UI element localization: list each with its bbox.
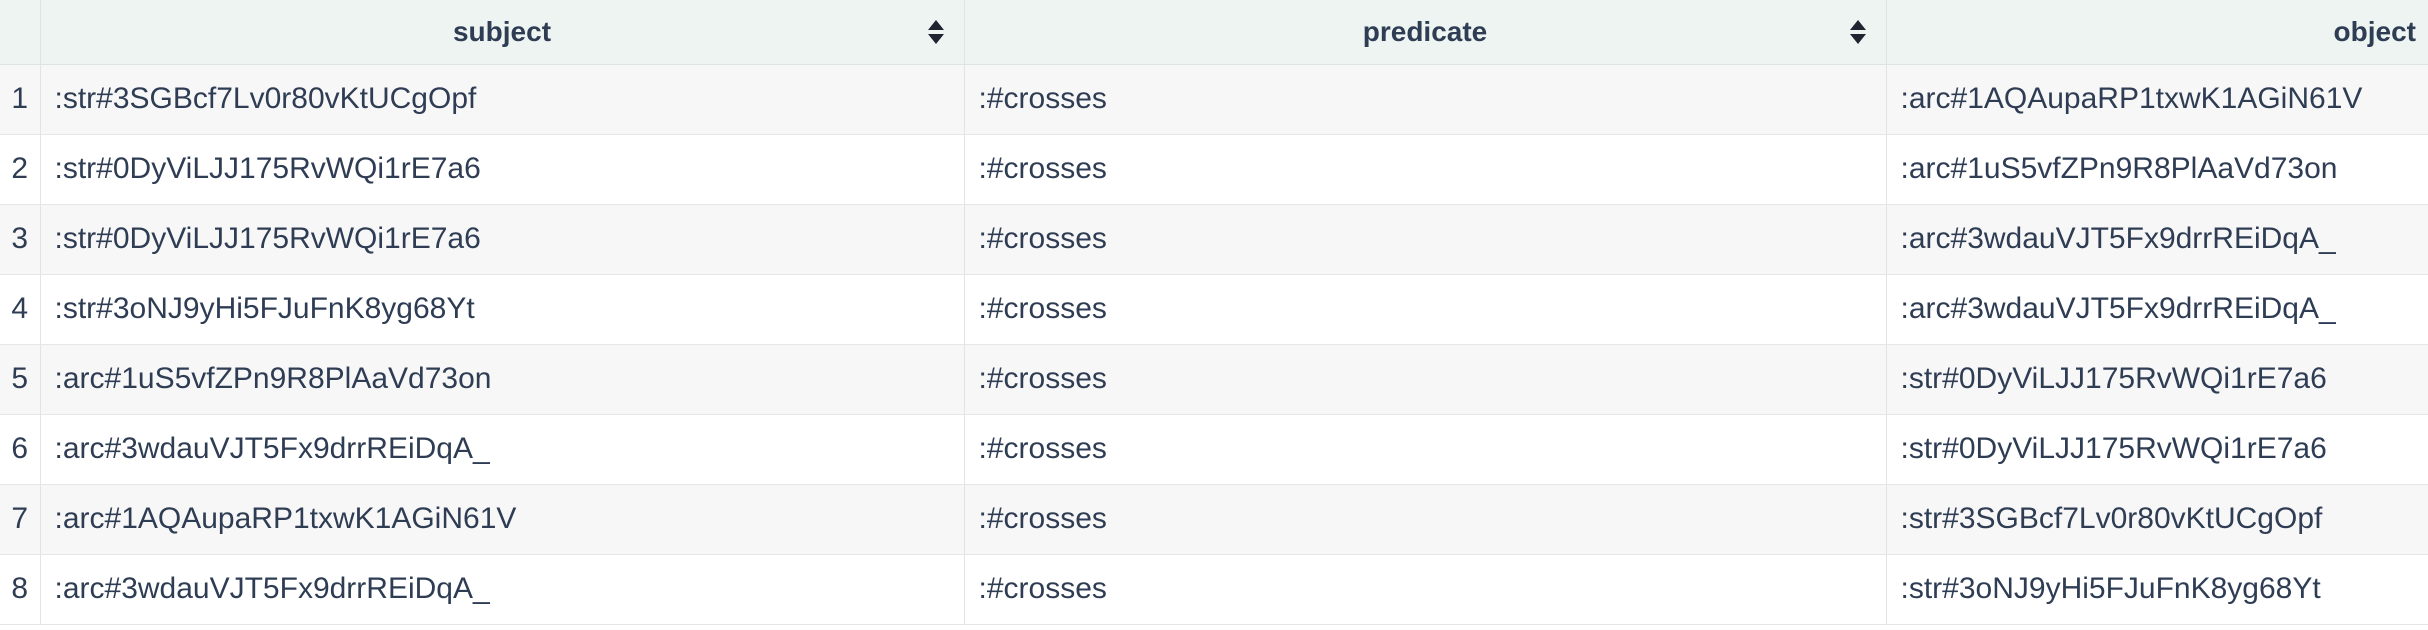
row-number-cell: 8 <box>0 554 40 625</box>
predicate-cell[interactable]: :#crosses <box>963 134 1886 205</box>
predicate-cell[interactable]: :#crosses <box>963 484 1886 555</box>
row-number-cell: 4 <box>0 274 40 345</box>
table-row[interactable]: 7:arc#1AQAupaRP1txwK1AGiN61V:#crosses:st… <box>0 484 2428 555</box>
predicate-cell[interactable]: :#crosses <box>963 64 1886 135</box>
object-cell[interactable]: :str#3SGBcf7Lv0r80vKtUCgOpf <box>1885 484 2428 555</box>
table-row[interactable]: 3:str#0DyViLJJ175RvWQi1rE7a6:#crosses:ar… <box>0 204 2428 275</box>
row-number-cell: 6 <box>0 414 40 485</box>
table-row[interactable]: 4:str#3oNJ9yHi5FJuFnK8yg68Yt:#crosses:ar… <box>0 274 2428 345</box>
row-number-cell: 7 <box>0 484 40 555</box>
subject-cell[interactable]: :arc#1AQAupaRP1txwK1AGiN61V <box>39 484 964 555</box>
subject-cell[interactable]: :str#3oNJ9yHi5FJuFnK8yg68Yt <box>39 274 964 345</box>
column-header-label: predicate <box>1362 15 1488 47</box>
predicate-cell[interactable]: :#crosses <box>963 554 1886 625</box>
table-body: 1:str#3SGBcf7Lv0r80vKtUCgOpf:#crosses:ar… <box>0 64 2428 625</box>
row-number-header <box>0 0 40 65</box>
row-number-cell: 5 <box>0 344 40 415</box>
row-number-cell: 3 <box>0 204 40 275</box>
column-header-subject[interactable]: subject <box>39 0 964 65</box>
table-row[interactable]: 5:arc#1uS5vfZPn9R8PlAaVd73on:#crosses:st… <box>0 344 2428 415</box>
object-cell[interactable]: :arc#3wdauVJT5Fx9drrREiDqA_ <box>1885 274 2428 345</box>
header-row: subject predicate object <box>0 0 2428 65</box>
object-cell[interactable]: :arc#1AQAupaRP1txwK1AGiN61V <box>1885 64 2428 135</box>
subject-cell[interactable]: :str#0DyViLJJ175RvWQi1rE7a6 <box>39 204 964 275</box>
object-cell[interactable]: :str#0DyViLJJ175RvWQi1rE7a6 <box>1885 344 2428 415</box>
object-cell[interactable]: :str#0DyViLJJ175RvWQi1rE7a6 <box>1885 414 2428 485</box>
column-header-predicate[interactable]: predicate <box>963 0 1886 65</box>
predicate-cell[interactable]: :#crosses <box>963 204 1886 275</box>
object-cell[interactable]: :str#3oNJ9yHi5FJuFnK8yg68Yt <box>1885 554 2428 625</box>
object-cell[interactable]: :arc#3wdauVJT5Fx9drrREiDqA_ <box>1885 204 2428 275</box>
results-table: subject predicate object 1:str#3SGBcf7Lv… <box>0 0 2428 625</box>
sort-icon[interactable] <box>1848 18 1868 46</box>
table-row[interactable]: 6:arc#3wdauVJT5Fx9drrREiDqA_:#crosses:st… <box>0 414 2428 485</box>
table-row[interactable]: 8:arc#3wdauVJT5Fx9drrREiDqA_:#crosses:st… <box>0 554 2428 625</box>
row-number-cell: 2 <box>0 134 40 205</box>
column-header-label: subject <box>452 15 552 47</box>
sort-icon[interactable] <box>926 18 946 46</box>
table-row[interactable]: 2:str#0DyViLJJ175RvWQi1rE7a6:#crosses:ar… <box>0 134 2428 205</box>
subject-cell[interactable]: :str#0DyViLJJ175RvWQi1rE7a6 <box>39 134 964 205</box>
column-header-object[interactable]: object <box>1885 0 2428 65</box>
row-number-cell: 1 <box>0 64 40 135</box>
subject-cell[interactable]: :str#3SGBcf7Lv0r80vKtUCgOpf <box>39 64 964 135</box>
column-header-label: object <box>2333 15 2416 47</box>
object-cell[interactable]: :arc#1uS5vfZPn9R8PlAaVd73on <box>1885 134 2428 205</box>
table-row[interactable]: 1:str#3SGBcf7Lv0r80vKtUCgOpf:#crosses:ar… <box>0 64 2428 135</box>
subject-cell[interactable]: :arc#1uS5vfZPn9R8PlAaVd73on <box>39 344 964 415</box>
subject-cell[interactable]: :arc#3wdauVJT5Fx9drrREiDqA_ <box>39 554 964 625</box>
predicate-cell[interactable]: :#crosses <box>963 274 1886 345</box>
subject-cell[interactable]: :arc#3wdauVJT5Fx9drrREiDqA_ <box>39 414 964 485</box>
predicate-cell[interactable]: :#crosses <box>963 414 1886 485</box>
predicate-cell[interactable]: :#crosses <box>963 344 1886 415</box>
